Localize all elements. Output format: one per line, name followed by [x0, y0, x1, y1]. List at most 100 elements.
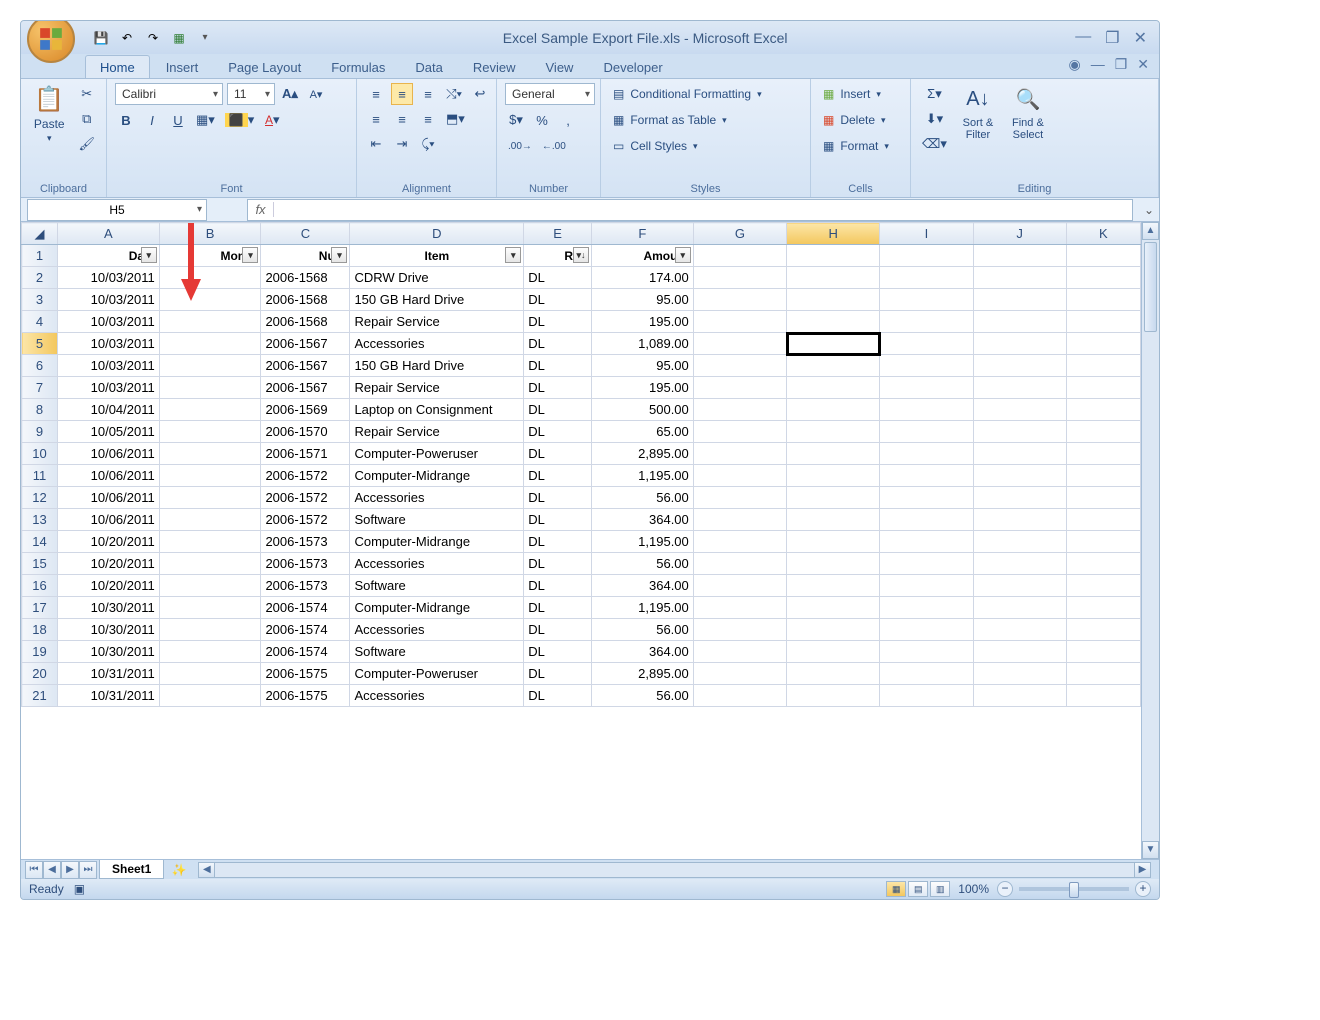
insert-cells-button[interactable]: ▦Insert▾: [819, 83, 902, 105]
column-header-C[interactable]: C: [261, 223, 350, 245]
undo-icon[interactable]: ↶: [117, 28, 137, 48]
cell[interactable]: [880, 575, 973, 597]
cell[interactable]: 10/03/2011: [58, 377, 160, 399]
cell[interactable]: DL: [524, 685, 592, 707]
cell[interactable]: 195.00: [592, 311, 694, 333]
cell[interactable]: [880, 531, 973, 553]
minimize-button[interactable]: —: [1075, 28, 1091, 48]
cell[interactable]: [693, 597, 786, 619]
font-size-combo[interactable]: 11: [227, 83, 275, 105]
table-header-cell[interactable]: Month▾: [159, 245, 261, 267]
cell[interactable]: 2,895.00: [592, 663, 694, 685]
cell[interactable]: 10/06/2011: [58, 443, 160, 465]
ribbon-tab-formulas[interactable]: Formulas: [317, 56, 399, 78]
vertical-scrollbar[interactable]: ▲ ▼: [1141, 222, 1159, 859]
row-header[interactable]: 2: [22, 267, 58, 289]
cell[interactable]: 2006-1572: [261, 487, 350, 509]
cell[interactable]: [787, 421, 880, 443]
cell[interactable]: [159, 575, 261, 597]
row-header[interactable]: 1: [22, 245, 58, 267]
cell[interactable]: [880, 641, 973, 663]
cell[interactable]: [1066, 289, 1140, 311]
cell[interactable]: [693, 289, 786, 311]
font-color-button[interactable]: A▾: [261, 109, 283, 131]
column-header-E[interactable]: E: [524, 223, 592, 245]
scroll-down-icon[interactable]: ▼: [1142, 841, 1159, 859]
cell[interactable]: 56.00: [592, 619, 694, 641]
cell[interactable]: 2006-1574: [261, 641, 350, 663]
cell[interactable]: 95.00: [592, 355, 694, 377]
doc-close-button[interactable]: ✕: [1137, 56, 1149, 73]
row-header[interactable]: 13: [22, 509, 58, 531]
zoom-slider[interactable]: [1019, 887, 1129, 891]
cell[interactable]: [1066, 509, 1140, 531]
doc-minimize-button[interactable]: —: [1091, 56, 1105, 73]
cell[interactable]: 10/31/2011: [58, 685, 160, 707]
orientation2-icon[interactable]: ⤹▾: [417, 133, 439, 155]
cell[interactable]: Accessories: [350, 333, 524, 355]
cell[interactable]: 10/03/2011: [58, 333, 160, 355]
cell[interactable]: [159, 663, 261, 685]
ribbon-tab-home[interactable]: Home: [85, 55, 150, 78]
percent-icon[interactable]: %: [531, 109, 553, 131]
column-header-D[interactable]: D: [350, 223, 524, 245]
cell[interactable]: [693, 311, 786, 333]
row-header[interactable]: 11: [22, 465, 58, 487]
find-select-button[interactable]: 🔍 Find & Select: [1006, 83, 1050, 180]
column-header-A[interactable]: A: [58, 223, 160, 245]
cell[interactable]: [693, 267, 786, 289]
cell[interactable]: [973, 377, 1066, 399]
cell[interactable]: [973, 311, 1066, 333]
cell[interactable]: [880, 333, 973, 355]
cell[interactable]: 56.00: [592, 487, 694, 509]
column-header-B[interactable]: B: [159, 223, 261, 245]
filter-icon[interactable]: ▾: [331, 247, 347, 263]
cell[interactable]: [880, 421, 973, 443]
cell[interactable]: 10/30/2011: [58, 597, 160, 619]
cell[interactable]: [1066, 443, 1140, 465]
cell[interactable]: DL: [524, 443, 592, 465]
align-top-icon[interactable]: ≡: [365, 83, 387, 105]
cell[interactable]: [973, 619, 1066, 641]
cell[interactable]: 10/06/2011: [58, 465, 160, 487]
cell[interactable]: [159, 267, 261, 289]
increase-decimal-icon[interactable]: .00→: [505, 135, 535, 157]
cell-styles-button[interactable]: ▭Cell Styles▾: [609, 135, 802, 157]
cell[interactable]: [1066, 575, 1140, 597]
border-button[interactable]: ▦▾: [193, 109, 218, 131]
cell[interactable]: [787, 619, 880, 641]
cell[interactable]: 2006-1575: [261, 685, 350, 707]
doc-restore-button[interactable]: ❐: [1115, 56, 1128, 73]
cell[interactable]: 10/30/2011: [58, 619, 160, 641]
cell[interactable]: [1066, 377, 1140, 399]
cell[interactable]: 2006-1568: [261, 311, 350, 333]
cell[interactable]: 2006-1574: [261, 597, 350, 619]
cell[interactable]: 2006-1573: [261, 531, 350, 553]
cell[interactable]: [787, 487, 880, 509]
format-as-table-button[interactable]: ▦Format as Table▾: [609, 109, 802, 131]
cell[interactable]: [159, 685, 261, 707]
cell[interactable]: DL: [524, 465, 592, 487]
cell[interactable]: 150 GB Hard Drive: [350, 355, 524, 377]
cell[interactable]: [693, 399, 786, 421]
cell[interactable]: [880, 311, 973, 333]
cell[interactable]: [973, 685, 1066, 707]
cell[interactable]: 56.00: [592, 685, 694, 707]
cell[interactable]: [1066, 311, 1140, 333]
cell[interactable]: Computer-Midrange: [350, 597, 524, 619]
cell[interactable]: [159, 553, 261, 575]
cell[interactable]: [159, 641, 261, 663]
italic-button[interactable]: I: [141, 109, 163, 131]
cell[interactable]: [1066, 355, 1140, 377]
column-header-I[interactable]: I: [880, 223, 973, 245]
ribbon-tab-review[interactable]: Review: [459, 56, 530, 78]
cell[interactable]: DL: [524, 597, 592, 619]
cell[interactable]: [880, 487, 973, 509]
cell[interactable]: [973, 267, 1066, 289]
table-header-cell[interactable]: Rep▾↓: [524, 245, 592, 267]
increase-indent-icon[interactable]: ⇥: [391, 133, 413, 155]
cell[interactable]: Repair Service: [350, 421, 524, 443]
cell[interactable]: 195.00: [592, 377, 694, 399]
cell[interactable]: DL: [524, 421, 592, 443]
cell[interactable]: 2006-1569: [261, 399, 350, 421]
